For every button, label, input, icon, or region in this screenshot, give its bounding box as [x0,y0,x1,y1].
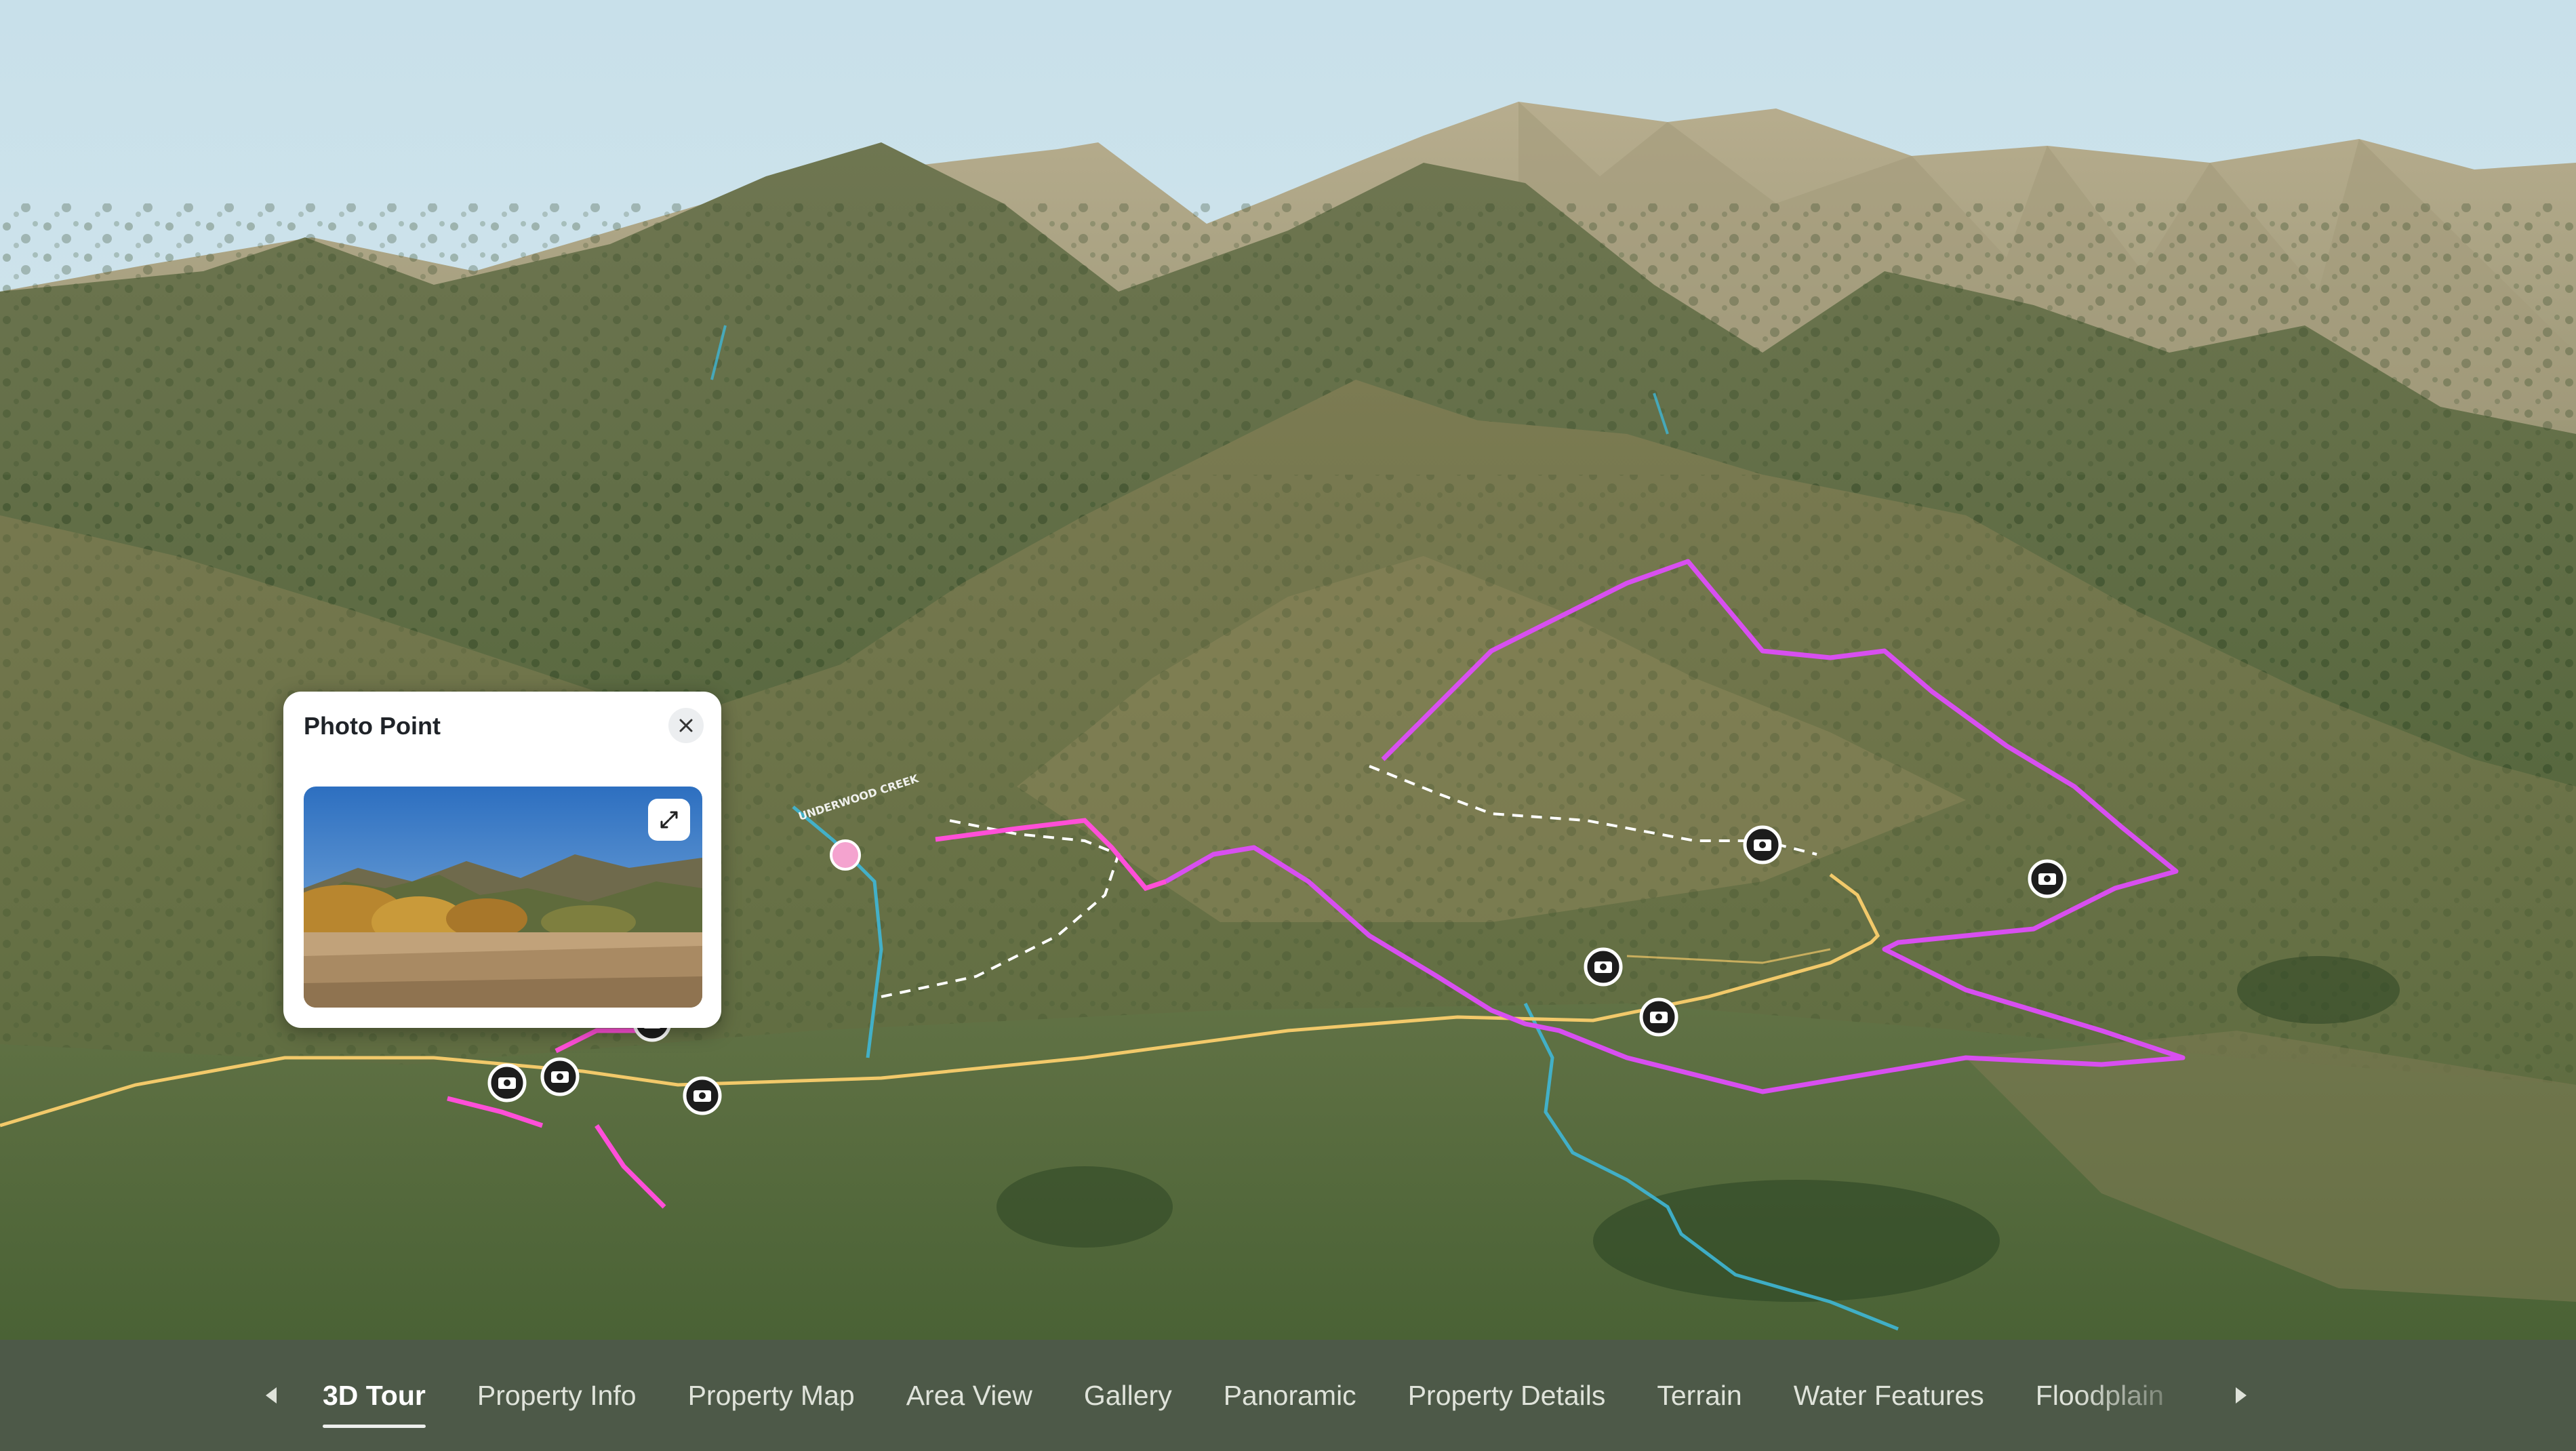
tab-terrain[interactable]: Terrain [1631,1340,1767,1451]
photo-point-marker[interactable] [540,1057,580,1096]
photo-image [304,787,702,1008]
photo-point-marker[interactable] [487,1063,527,1102]
tab-floodplain[interactable]: Floodplain [2010,1340,2190,1451]
bottom-nav-bar: 3D Tour Property Info Property Map Area … [0,1340,2576,1451]
photo-point-marker[interactable] [1584,947,1623,987]
photo-point-marker[interactable] [683,1076,722,1115]
chevron-left-icon [266,1387,277,1404]
close-icon [679,719,693,732]
tab-3d-tour[interactable]: 3D Tour [323,1340,451,1451]
popup-title: Photo Point [304,712,441,740]
nav-tabs: 3D Tour Property Info Property Map Area … [323,1340,2207,1451]
photo-point-popup: Photo Point [283,692,721,1028]
close-button[interactable] [668,708,704,743]
expand-button[interactable] [648,799,690,841]
tab-panoramic[interactable]: Panoramic [1198,1340,1382,1451]
tab-water-features[interactable]: Water Features [1768,1340,2010,1451]
location-marker[interactable] [830,839,861,871]
tab-property-details[interactable]: Property Details [1382,1340,1632,1451]
chevron-right-icon [2236,1387,2247,1404]
photo-thumbnail[interactable] [304,787,702,1008]
photo-point-marker[interactable] [2028,859,2067,898]
tab-property-map[interactable]: Property Map [662,1340,881,1451]
nav-next-button[interactable] [2228,1376,2255,1414]
dark-forest-patch [2237,956,2400,1024]
tab-property-info[interactable]: Property Info [451,1340,662,1451]
tab-area-view[interactable]: Area View [881,1340,1058,1451]
expand-icon [660,811,678,829]
dark-forest-patch [997,1166,1173,1248]
nav-prev-button[interactable] [258,1376,285,1414]
tab-gallery[interactable]: Gallery [1058,1340,1198,1451]
photo-point-marker[interactable] [1743,825,1782,864]
photo-point-marker[interactable] [1639,997,1678,1037]
